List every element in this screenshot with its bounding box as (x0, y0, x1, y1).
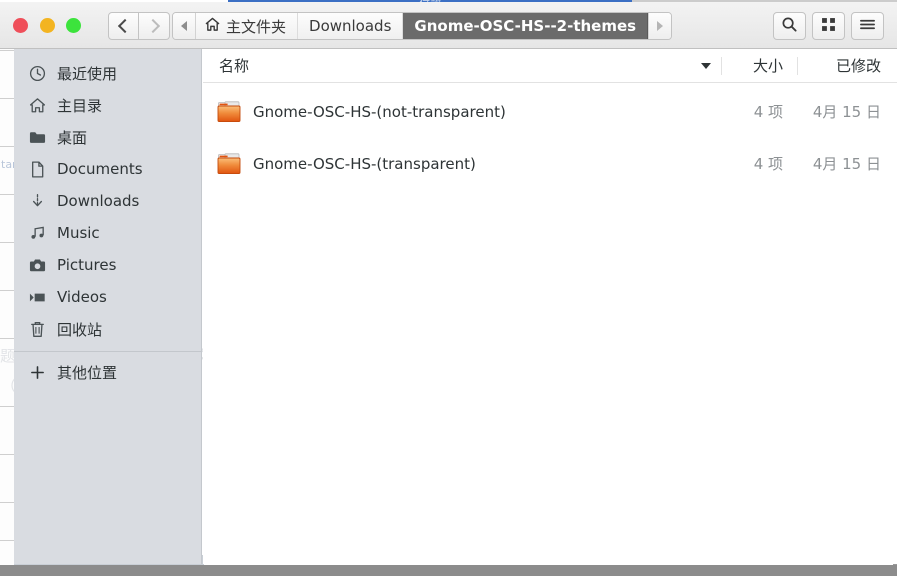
menu-button[interactable] (851, 12, 884, 40)
breadcrumb-item-current[interactable]: Gnome-OSC-HS--2-themes (403, 13, 649, 39)
sidebar-item-home[interactable]: 主目录 (14, 89, 201, 121)
column-header-size-label: 大小 (752, 56, 783, 75)
hamburger-menu-icon (859, 17, 876, 36)
sidebar-item-downloads[interactable]: Downloads (14, 185, 201, 217)
sidebar-label-other-locations: 其他位置 (57, 363, 118, 382)
forward-button[interactable] (139, 12, 170, 40)
bg-window-bottom-bar (0, 565, 897, 576)
search-button[interactable] (773, 12, 806, 40)
file-name-label: Gnome-OSC-HS-(transparent) (253, 154, 476, 173)
plus-icon (29, 364, 46, 381)
music-icon (29, 225, 46, 242)
file-name-label: Gnome-OSC-HS-(not-transparent) (253, 102, 506, 121)
breadcrumb-scroll-left[interactable] (173, 13, 196, 39)
file-size-cell: 4 项 (753, 103, 783, 121)
sidebar: 最近使用 主目录 桌面 Documents Downloads Music Pi… (14, 49, 202, 564)
file-modified-cell: 4月 15 日 (812, 103, 881, 121)
column-header-name-label: 名称 (219, 57, 250, 75)
sidebar-label-music: Music (57, 224, 100, 242)
folder-icon (216, 100, 242, 123)
breadcrumb-label-home: 主文件夹 (226, 17, 287, 36)
document-icon (29, 160, 46, 178)
file-size-cell: 4 项 (753, 155, 783, 173)
trash-icon (29, 321, 46, 338)
breadcrumb-scroll-right[interactable] (648, 13, 672, 39)
column-header-modified[interactable]: 已修改 (797, 56, 897, 75)
file-modified-cell: 4月 15 日 (812, 155, 881, 173)
grid-view-icon (821, 17, 836, 36)
sidebar-label-downloads: Downloads (57, 192, 140, 210)
breadcrumb-label-downloads: Downloads (309, 17, 392, 35)
column-headers: 名称 大小 已修改 (203, 49, 897, 83)
sort-descending-icon (701, 62, 711, 69)
sidebar-item-music[interactable]: Music (14, 217, 201, 249)
sidebar-label-recent: 最近使用 (57, 64, 118, 83)
search-icon (781, 16, 798, 37)
sidebar-divider (14, 351, 201, 352)
folder-icon (216, 152, 242, 175)
column-header-size[interactable]: 大小 (721, 56, 797, 75)
home-icon (29, 97, 46, 114)
header-bar: 主文件夹 Downloads Gnome-OSC-HS--2-themes (0, 2, 897, 49)
download-icon (29, 193, 46, 210)
back-button[interactable] (108, 12, 139, 40)
sidebar-item-trash[interactable]: 回收站 (14, 313, 201, 345)
sidebar-label-videos: Videos (57, 288, 107, 306)
table-row[interactable]: Gnome-OSC-HS-(transparent) 4 项 4月 15 日 (203, 143, 897, 184)
view-grid-button[interactable] (812, 12, 845, 40)
sidebar-label-desktop: 桌面 (57, 128, 88, 147)
video-icon (29, 289, 46, 306)
sidebar-item-other-locations[interactable]: 其他位置 (14, 356, 201, 388)
sidebar-item-desktop[interactable]: 桌面 (14, 121, 201, 153)
table-row[interactable]: Gnome-OSC-HS-(not-transparent) 4 项 4月 15… (203, 91, 897, 132)
sidebar-label-home: 主目录 (57, 96, 103, 115)
file-name-cell: Gnome-OSC-HS-(not-transparent) (203, 100, 721, 123)
header-toolbar (773, 12, 884, 40)
breadcrumb: 主文件夹 Downloads Gnome-OSC-HS--2-themes (172, 12, 673, 40)
minimize-button[interactable] (40, 18, 55, 33)
clock-icon (29, 65, 46, 82)
column-header-modified-label: 已修改 (835, 56, 881, 75)
sidebar-item-documents[interactable]: Documents (14, 153, 201, 185)
maximize-button[interactable] (66, 18, 81, 33)
folder-icon (29, 129, 46, 146)
file-name-cell: Gnome-OSC-HS-(transparent) (203, 152, 721, 175)
breadcrumb-label-current: Gnome-OSC-HS--2-themes (414, 17, 637, 35)
file-list-pane: 名称 大小 已修改 Gnome-OSC-HS-(not-transparent)… (203, 49, 897, 564)
sidebar-label-trash: 回收站 (57, 320, 103, 339)
chevron-left-icon (117, 18, 133, 34)
window-body: 最近使用 主目录 桌面 Documents Downloads Music Pi… (0, 49, 897, 564)
sidebar-label-pictures: Pictures (57, 256, 117, 274)
breadcrumb-item-downloads[interactable]: Downloads (298, 13, 404, 39)
sidebar-item-pictures[interactable]: Pictures (14, 249, 201, 281)
navigation-buttons (108, 12, 170, 40)
sidebar-item-videos[interactable]: Videos (14, 281, 201, 313)
sidebar-item-recent[interactable]: 最近使用 (14, 57, 201, 89)
sidebar-label-documents: Documents (57, 160, 143, 178)
home-icon (205, 17, 220, 36)
column-header-name[interactable]: 名称 (203, 55, 721, 76)
triangle-left-icon (181, 21, 187, 31)
chevron-right-icon (145, 18, 160, 34)
file-manager-window: 主文件夹 Downloads Gnome-OSC-HS--2-themes 最近… (0, 2, 897, 564)
triangle-right-icon (657, 21, 664, 31)
camera-icon (29, 257, 46, 274)
breadcrumb-item-home[interactable]: 主文件夹 (196, 13, 299, 39)
close-button[interactable] (13, 18, 28, 33)
